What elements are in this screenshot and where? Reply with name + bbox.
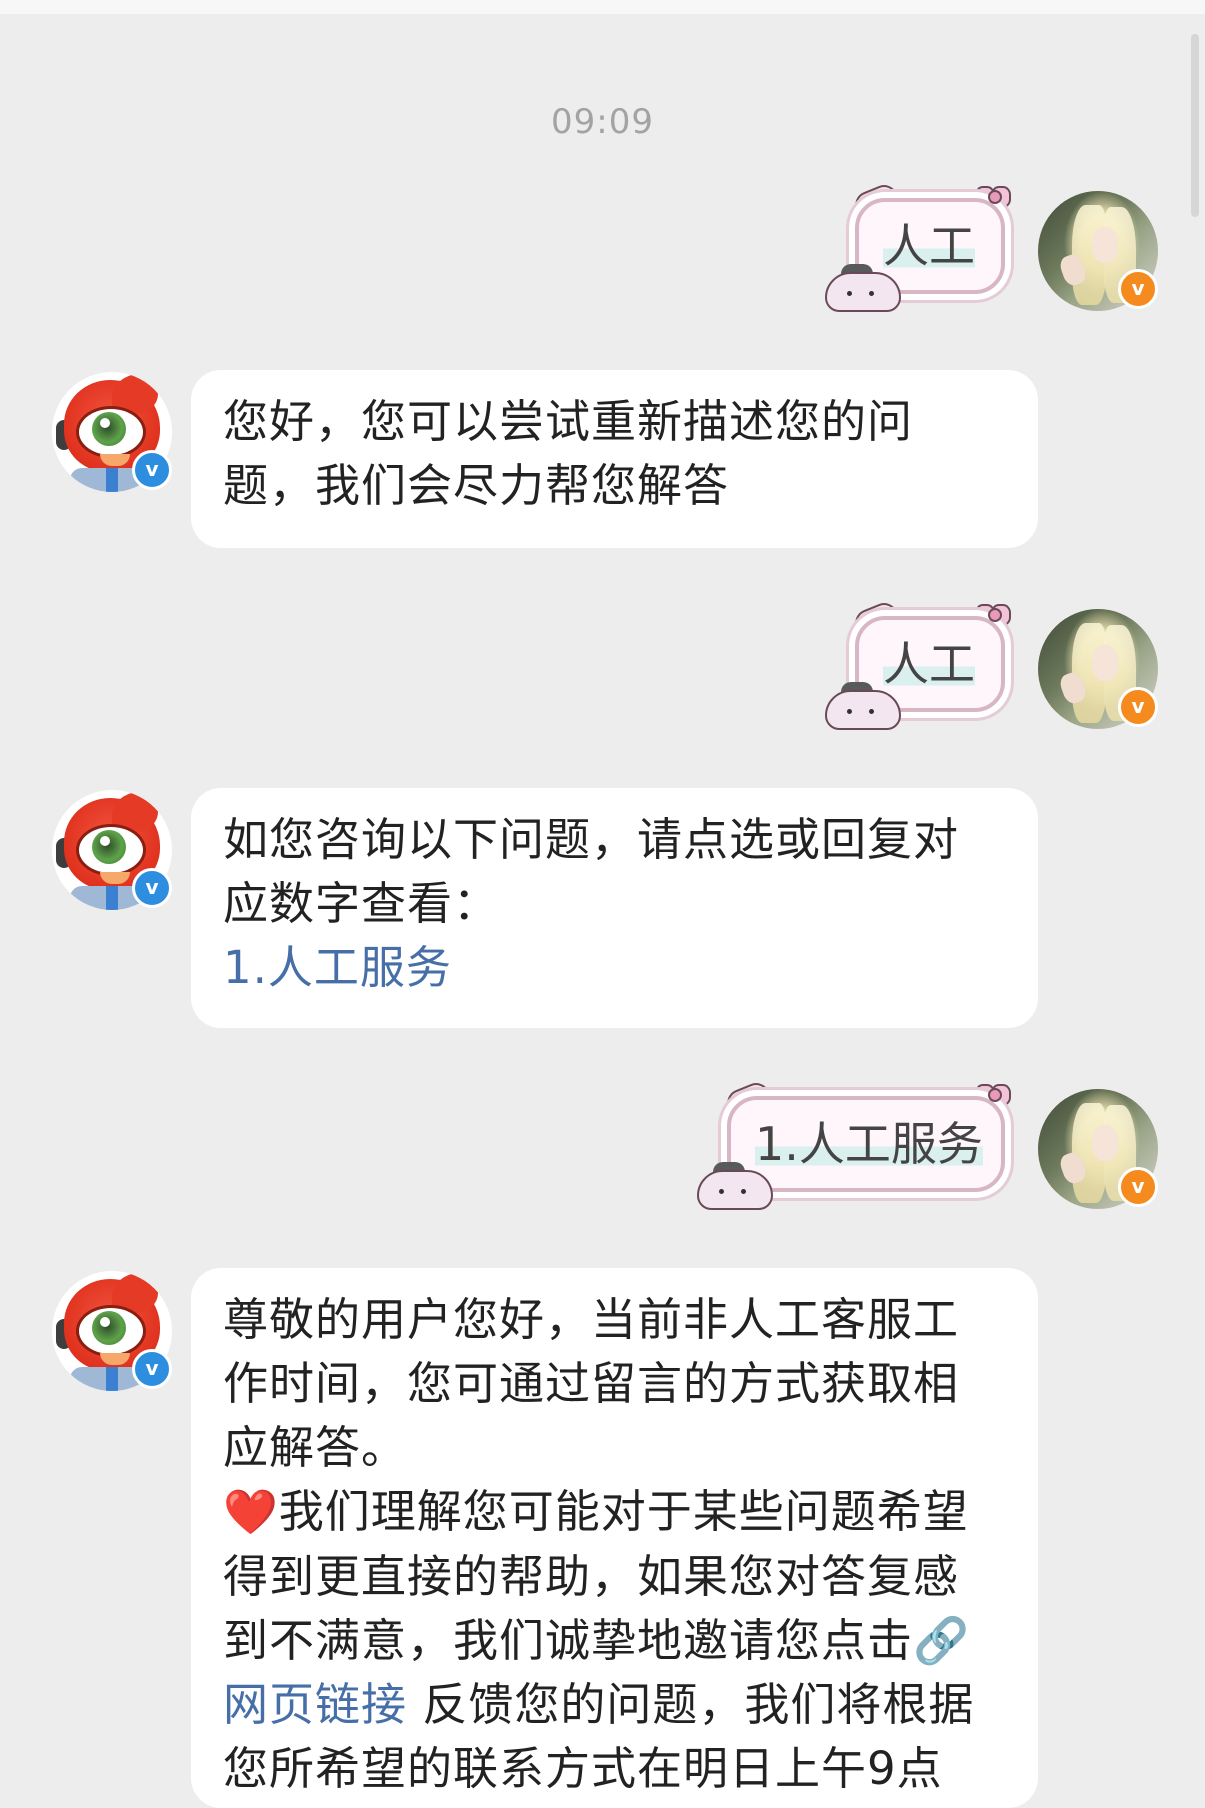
user-sticker-message[interactable]: 1.人工服务 xyxy=(697,1078,1011,1210)
message-line: 作时间，您可通过留言的方式获取相 xyxy=(223,1357,960,1410)
sticker-critter-decoration xyxy=(825,264,901,312)
status-area xyxy=(0,0,1205,14)
user-avatar[interactable]: v xyxy=(1038,1089,1158,1209)
message-line: ❤️我们理解您可能对于某些问题希望 xyxy=(223,1480,1002,1545)
message-line: 得到更直接的帮助，如果您对答复感 xyxy=(223,1550,960,1603)
verified-badge-icon: v xyxy=(1118,269,1158,309)
service-avatar[interactable]: v xyxy=(52,790,172,910)
user-avatar[interactable]: v xyxy=(1038,191,1158,311)
user-sticker-message[interactable]: 人工 xyxy=(825,180,1011,312)
message-line: 您好，您可以尝试重新描述您的问 xyxy=(223,395,914,448)
link-icon[interactable]: 🔗 xyxy=(913,1614,970,1667)
service-avatar[interactable]: v xyxy=(52,372,172,492)
time-divider: 09:09 xyxy=(551,102,654,142)
web-link[interactable]: 网页链接 xyxy=(223,1678,407,1731)
option-link-human-service[interactable]: 1.人工服务 xyxy=(223,936,1002,1000)
user-sticker-message[interactable]: 人工 xyxy=(825,598,1011,730)
service-message-bubble[interactable]: 如您咨询以下问题，请点选或回复对 应数字查看： 1.人工服务 xyxy=(191,788,1038,1028)
sticker-critter-decoration xyxy=(825,682,901,730)
service-message-bubble[interactable]: 尊敬的用户您好，当前非人工客服工 作时间，您可通过留言的方式获取相 应解答。 ❤… xyxy=(191,1268,1038,1808)
message-line: 到不满意，我们诚挚地邀请您点击🔗 xyxy=(223,1609,1002,1673)
verified-badge-icon: v xyxy=(132,1349,172,1389)
heart-icon: ❤️ xyxy=(223,1487,279,1538)
message-line: 应解答。 xyxy=(223,1421,408,1474)
message-line: 题，我们会尽力帮您解答 xyxy=(223,459,730,512)
message-text: 我们理解您可能对于某些问题希望 xyxy=(278,1485,969,1538)
message-line: 尊敬的用户您好，当前非人工客服工 xyxy=(223,1293,960,1346)
message-text: 反馈您的问题，我们将根据 xyxy=(407,1678,975,1731)
message-line: 应数字查看： xyxy=(223,877,500,930)
verified-badge-icon: v xyxy=(132,868,172,908)
message-text: 到不满意，我们诚挚地邀请您点击 xyxy=(223,1614,914,1667)
verified-badge-icon: v xyxy=(132,450,172,490)
message-line: 您所希望的联系方式在明日上午9点 xyxy=(223,1742,943,1795)
user-avatar[interactable]: v xyxy=(1038,609,1158,729)
message-line: 网页链接 反馈您的问题，我们将根据 xyxy=(223,1673,1002,1737)
service-avatar[interactable]: v xyxy=(52,1271,172,1391)
message-line: 如您咨询以下问题，请点选或回复对 xyxy=(223,813,960,866)
sticker-text: 1.人工服务 xyxy=(755,1117,983,1171)
sticker-critter-decoration xyxy=(697,1162,773,1210)
service-message-bubble[interactable]: 您好，您可以尝试重新描述您的问 题，我们会尽力帮您解答 xyxy=(191,370,1038,548)
verified-badge-icon: v xyxy=(1118,687,1158,727)
verified-badge-icon: v xyxy=(1118,1167,1158,1207)
